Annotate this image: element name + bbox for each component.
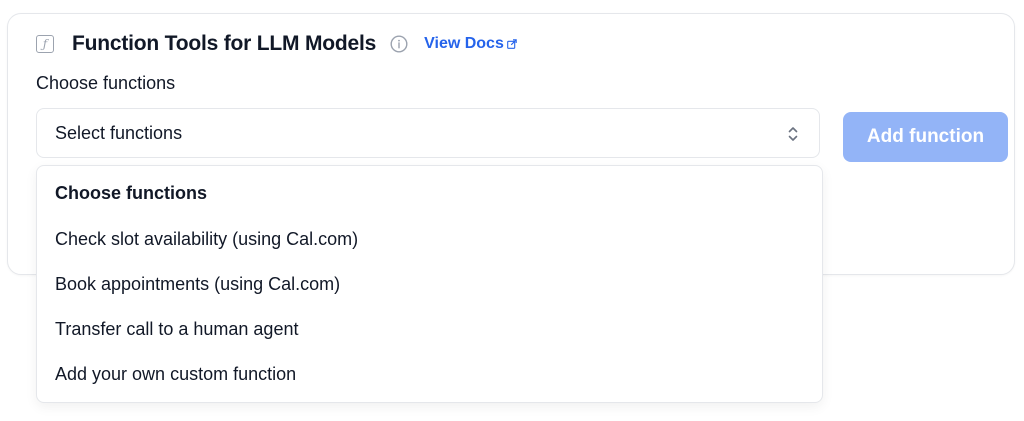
dropdown-item-custom-function[interactable]: Add your own custom function (37, 352, 822, 397)
info-icon[interactable] (390, 35, 408, 53)
view-docs-link[interactable]: View Docs (424, 35, 517, 53)
functions-select[interactable]: Select functions (36, 108, 820, 158)
functions-dropdown-menu: Choose functions Check slot availability… (36, 165, 823, 403)
view-docs-label: View Docs (424, 35, 504, 52)
select-value: Select functions (55, 122, 183, 143)
add-function-button[interactable]: Add function (843, 112, 1008, 162)
card-header: ƒ Function Tools for LLM Models View Doc… (36, 32, 517, 56)
dropdown-item-book-appointments[interactable]: Book appointments (using Cal.com) (37, 262, 822, 307)
external-link-icon (507, 39, 517, 49)
dropdown-item-transfer-call[interactable]: Transfer call to a human agent (37, 307, 822, 352)
dropdown-header: Choose functions (55, 183, 207, 203)
dropdown-item-check-slot-availability[interactable]: Check slot availability (using Cal.com) (37, 217, 822, 262)
function-icon: ƒ (36, 35, 54, 53)
choose-functions-label: Choose functions (36, 73, 176, 93)
card-title: Function Tools for LLM Models (72, 32, 377, 55)
chevron-up-down-icon (787, 125, 799, 143)
